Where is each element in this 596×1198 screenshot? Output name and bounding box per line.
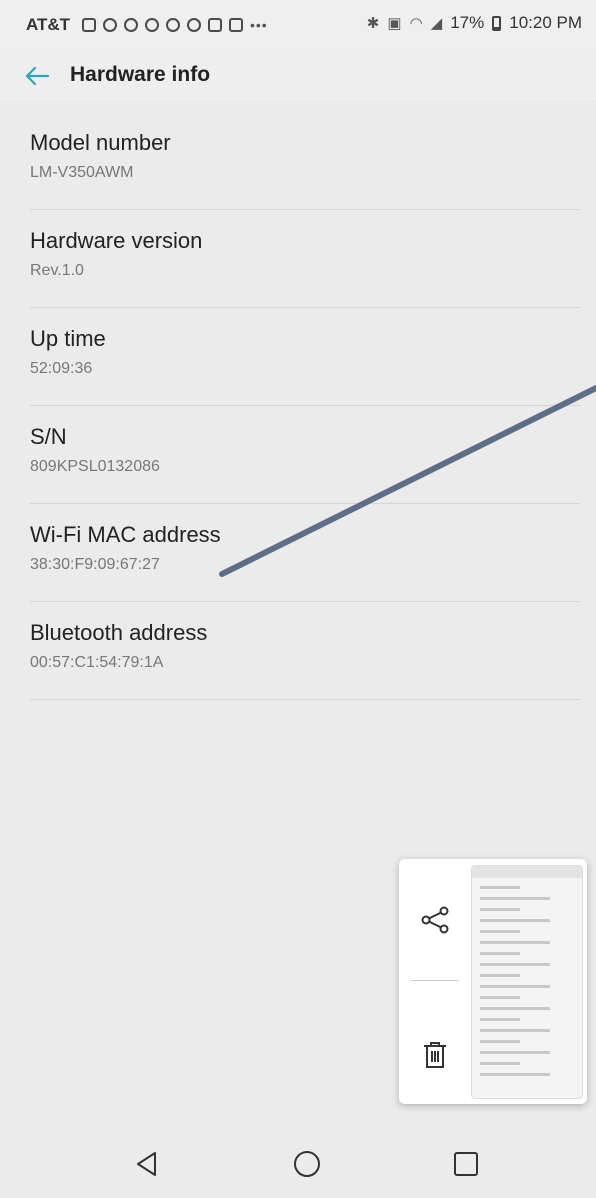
chrome-icon: [187, 18, 201, 32]
item-label: Bluetooth address: [30, 620, 208, 645]
hardware-info-list: Model number LM-V350AWM Hardware version…: [30, 112, 580, 700]
clock: 10:20 PM: [509, 13, 582, 32]
delete-icon[interactable]: [421, 1039, 449, 1071]
item-value: Rev.1.0: [30, 262, 84, 279]
page-title: Hardware info: [70, 63, 211, 86]
voicemail-icon: [166, 18, 180, 32]
up-time-item[interactable]: Up time 52:09:36: [30, 308, 580, 406]
nav-recents-icon[interactable]: [452, 1150, 480, 1178]
bluetooth-icon: ✱: [366, 15, 380, 32]
notification-icons: •••: [82, 13, 276, 37]
app-icon: [229, 18, 243, 32]
item-label: Up time: [30, 326, 106, 351]
item-label: Hardware version: [30, 228, 203, 253]
hardware-version-item[interactable]: Hardware version Rev.1.0: [30, 210, 580, 308]
back-arrow-icon[interactable]: [22, 62, 52, 90]
model-number-item[interactable]: Model number LM-V350AWM: [30, 112, 580, 210]
action-divider: [411, 980, 459, 981]
nav-home-icon[interactable]: [293, 1150, 321, 1178]
item-value: 52:09:36: [30, 360, 93, 377]
battery-percent: 17%: [450, 13, 485, 32]
notification-icon: [124, 18, 138, 32]
item-value: 00:57:C1:54:79:1A: [30, 654, 164, 671]
notification-icon: [145, 18, 159, 32]
item-label: S/N: [30, 424, 67, 449]
screenshot-thumbnail[interactable]: [471, 865, 583, 1099]
share-icon[interactable]: [419, 904, 451, 936]
wifi-icon: ◠: [409, 15, 423, 32]
app-bar: Hardware info: [0, 52, 596, 100]
item-label: Model number: [30, 130, 171, 155]
status-bar: AT&T ••• ✱ ▣ ◠ ◢ 17% 10:20 PM: [0, 0, 596, 52]
signal-icon: ◢: [430, 15, 443, 32]
whatsapp-icon: [103, 18, 117, 32]
wifi-mac-address-item[interactable]: Wi-Fi MAC address 38:30:F9:09:67:27: [30, 504, 580, 602]
nav-back-icon[interactable]: [133, 1150, 161, 1178]
serial-number-item[interactable]: S/N 809KPSL0132086: [30, 406, 580, 504]
item-value: 809KPSL0132086: [30, 458, 160, 475]
nfc-icon: ▣: [387, 15, 402, 32]
more-icon: •••: [250, 17, 268, 33]
navigation-bar: [0, 1128, 596, 1198]
item-label: Wi-Fi MAC address: [30, 522, 221, 547]
item-value: 38:30:F9:09:67:27: [30, 556, 160, 573]
gallery-icon: [208, 18, 222, 32]
battery-icon: [492, 15, 502, 31]
carrier-label: AT&T: [26, 15, 71, 34]
screenshot-preview[interactable]: [399, 859, 587, 1104]
message-icon: [82, 18, 96, 32]
bluetooth-address-item[interactable]: Bluetooth address 00:57:C1:54:79:1A: [30, 602, 580, 700]
item-value: LM-V350AWM: [30, 164, 134, 181]
